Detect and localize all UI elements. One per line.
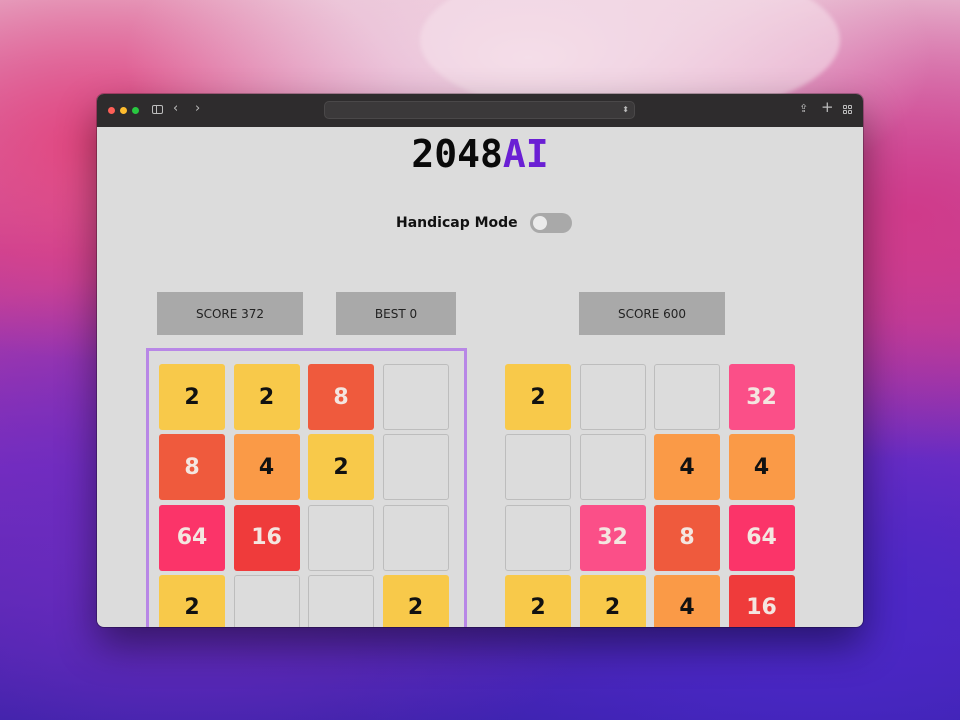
back-icon[interactable]: ‹ (173, 102, 178, 115)
tile-16: 16 (233, 504, 300, 571)
tile-2: 2 (159, 574, 225, 627)
player-score-box: SCORE 372 (157, 292, 303, 335)
tile-4: 4 (654, 574, 720, 627)
tile-4: 4 (233, 434, 300, 501)
handicap-control: Handicap Mode (396, 212, 572, 234)
empty-cell (505, 434, 571, 501)
close-button[interactable] (108, 107, 115, 114)
zoom-button[interactable] (132, 107, 139, 114)
ai-board: 2 32 4 4 32 8 64 2 2 4 16 (505, 364, 801, 627)
page-content: 2048AI Handicap Mode SCORE 372 BEST 0 SC… (97, 127, 863, 627)
minimize-button[interactable] (120, 107, 127, 114)
ai-score: SCORE 600 (617, 306, 687, 321)
tile-16: 16 (728, 574, 795, 627)
new-tab-icon[interactable]: + (821, 100, 834, 115)
empty-cell (308, 504, 374, 571)
title-main: 2048 (411, 132, 503, 176)
tile-2: 2 (233, 364, 300, 430)
empty-cell (382, 504, 449, 571)
player-board[interactable]: 2 2 8 8 4 2 64 16 2 2 (159, 364, 455, 627)
page-title: 2048AI (97, 132, 863, 176)
empty-cell (579, 434, 646, 501)
tile-64: 64 (728, 504, 795, 571)
forward-icon[interactable]: › (195, 102, 200, 115)
sidebar-icon[interactable] (152, 105, 163, 114)
tile-2: 2 (505, 364, 571, 430)
tile-8: 8 (654, 504, 720, 571)
best-score: BEST 0 (374, 306, 418, 321)
handicap-toggle[interactable] (529, 213, 572, 233)
empty-cell (382, 364, 449, 430)
tile-32: 32 (579, 504, 646, 571)
title-accent: AI (502, 132, 549, 176)
chevron-updown-icon[interactable]: ⬍ (622, 105, 629, 114)
tile-2: 2 (579, 574, 646, 627)
empty-cell (382, 434, 449, 501)
empty-cell (579, 364, 646, 430)
tile-8: 8 (159, 434, 225, 501)
toggle-knob (532, 216, 547, 230)
share-icon[interactable]: ⇪ (799, 103, 808, 114)
tile-4: 4 (654, 434, 720, 501)
empty-cell (308, 574, 374, 627)
empty-cell (505, 504, 571, 571)
tile-2: 2 (308, 434, 374, 501)
tile-2: 2 (159, 364, 225, 430)
traffic-lights (108, 107, 139, 114)
ai-score-box: SCORE 600 (579, 292, 725, 335)
tile-4: 4 (728, 434, 795, 501)
title-bar: ‹ › ⬍ ⇪ + (97, 94, 863, 127)
tab-overview-icon[interactable] (843, 105, 852, 114)
tile-64: 64 (159, 504, 225, 571)
tile-2: 2 (505, 574, 571, 627)
tile-2: 2 (382, 574, 449, 627)
empty-cell (233, 574, 300, 627)
handicap-label: Handicap Mode (396, 215, 518, 231)
browser-window: ‹ › ⬍ ⇪ + 2048AI Handicap Mode SCORE 372… (97, 94, 863, 627)
best-score-box: BEST 0 (336, 292, 456, 335)
empty-cell (654, 364, 720, 430)
tile-8: 8 (308, 364, 374, 430)
player-score: SCORE 372 (195, 306, 265, 321)
address-bar[interactable]: ⬍ (324, 101, 635, 119)
tile-32: 32 (728, 364, 795, 430)
